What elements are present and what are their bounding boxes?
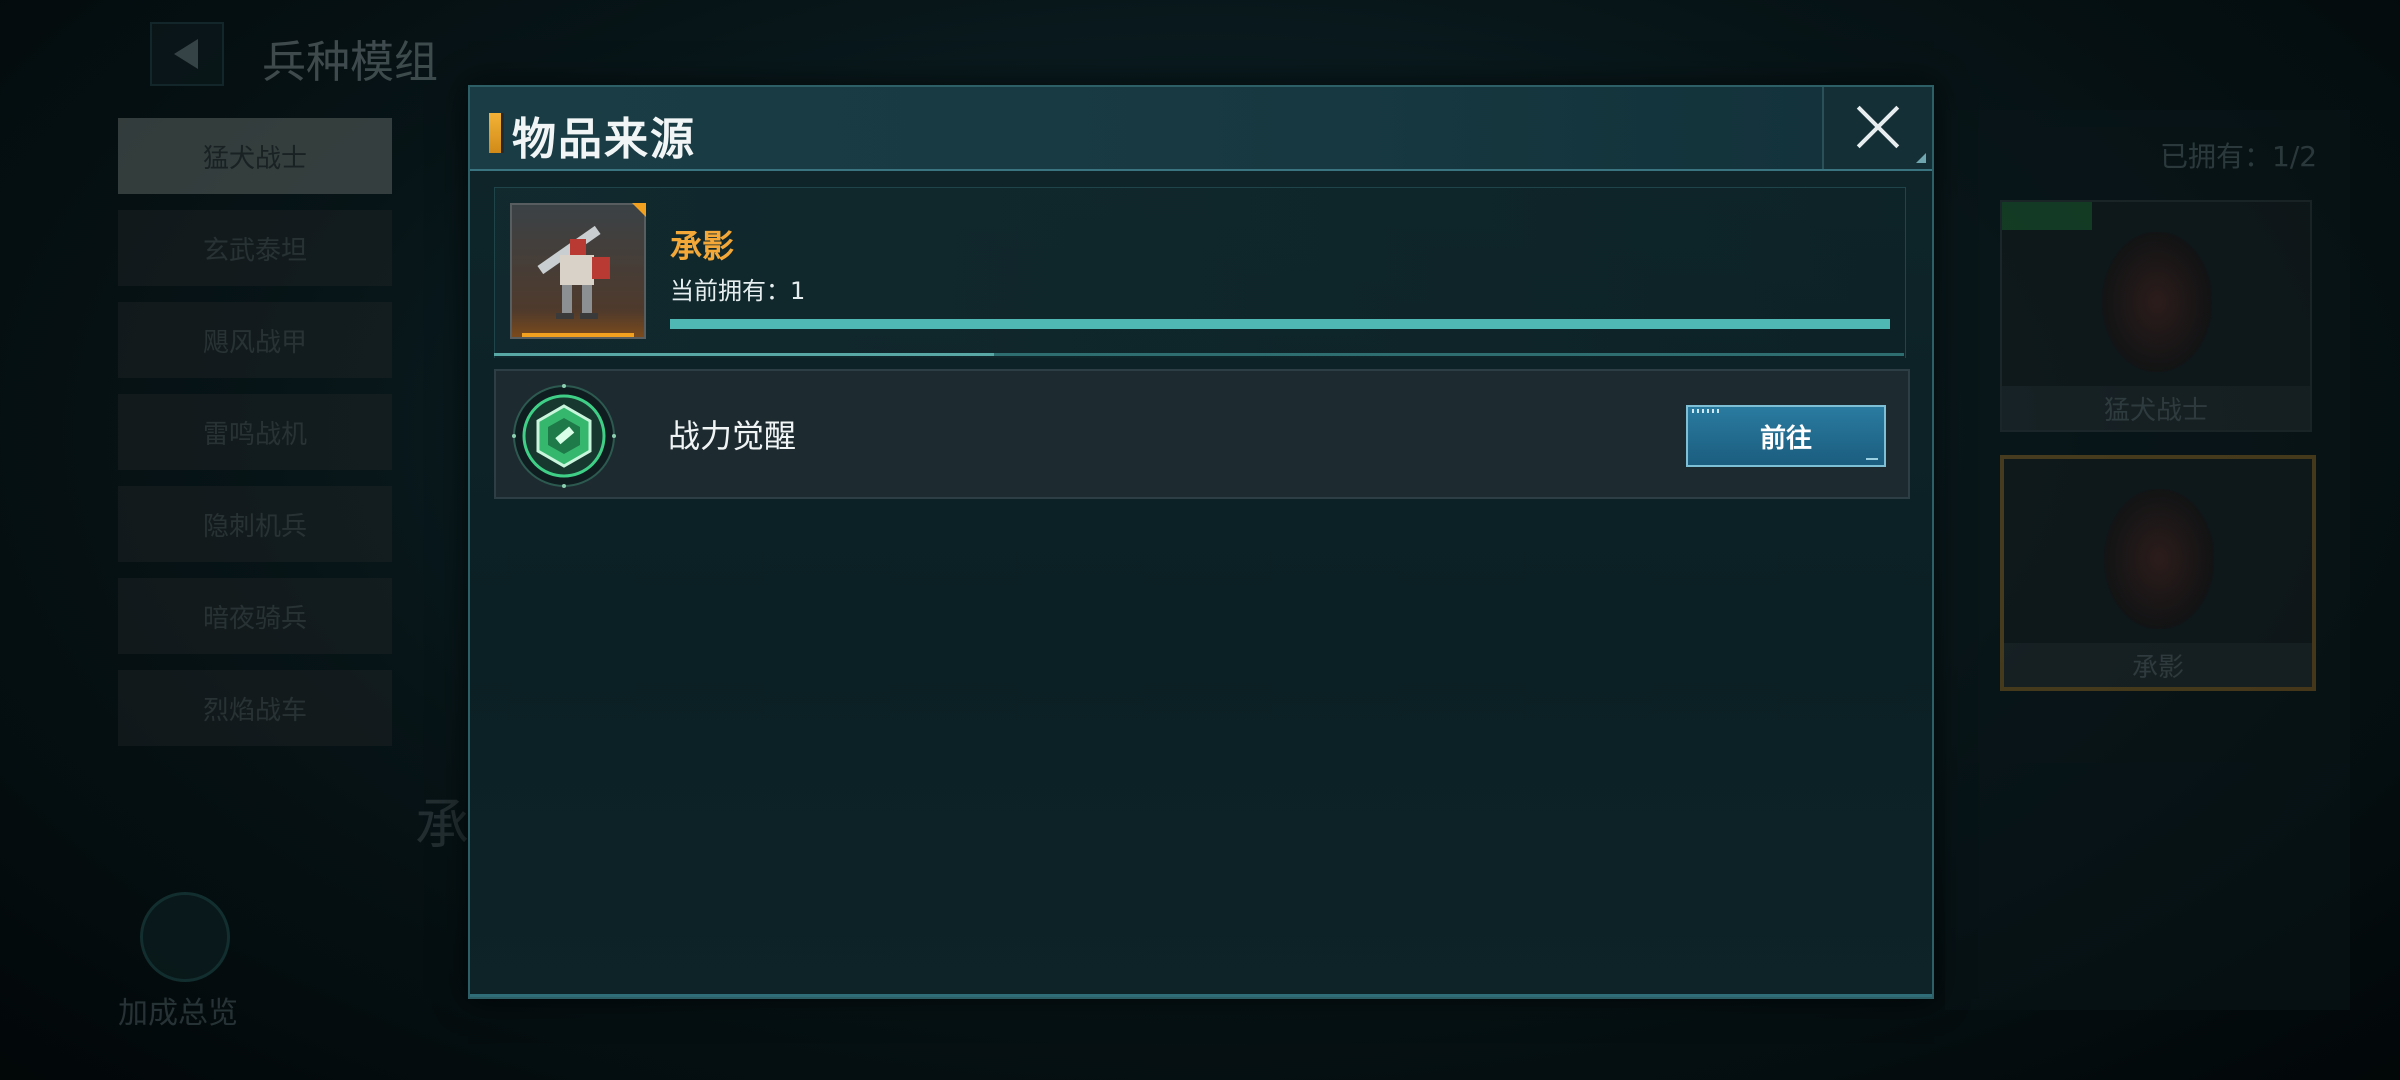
header-accent-bar <box>489 113 504 153</box>
close-button[interactable] <box>1822 87 1932 169</box>
mech-robot-icon <box>537 225 610 319</box>
status-badge <box>2002 202 2092 230</box>
corner-decoration <box>1916 153 1926 163</box>
item-source-dialog: 物品来源 承影 当前拥有：1 战力觉醒 前往 <box>468 85 1934 999</box>
owned-count: 已拥有：1/2 <box>2160 140 2318 173</box>
item-name: 承影 <box>670 227 735 265</box>
bonus-overview-icon[interactable] <box>140 892 230 982</box>
back-arrow-icon <box>174 39 198 69</box>
page-title: 兵种模组 <box>262 37 438 88</box>
dialog-title: 物品来源 <box>512 114 696 165</box>
button-decoration <box>1692 409 1722 413</box>
sidebar: 猛犬战士 玄武泰坦 飓风战甲 雷鸣战机 隐刺机兵 暗夜骑兵 烈焰战车 <box>118 118 392 762</box>
source-label: 战力觉醒 <box>668 417 797 455</box>
rarity-line <box>522 333 634 337</box>
item-progress-bar <box>670 319 1890 329</box>
sidebar-item[interactable]: 玄武泰坦 <box>118 210 392 286</box>
divider-highlight <box>494 353 994 356</box>
unit-card-label: 承影 <box>2004 643 2312 687</box>
awaken-emblem-icon <box>512 384 616 488</box>
rarity-corner <box>632 203 646 217</box>
sidebar-item[interactable]: 猛犬战士 <box>118 118 392 194</box>
go-button-label: 前往 <box>1759 423 1812 454</box>
dialog-header: 物品来源 <box>470 87 1932 171</box>
mech-image <box>2102 232 2212 372</box>
item-thumbnail <box>510 203 646 339</box>
sidebar-item[interactable]: 暗夜骑兵 <box>118 578 392 654</box>
mech-image <box>2104 489 2214 629</box>
unit-card-label: 猛犬战士 <box>2002 386 2310 430</box>
bonus-overview-label: 加成总览 <box>118 996 238 1031</box>
sidebar-item[interactable]: 烈焰战车 <box>118 670 392 746</box>
dialog-bottom-border <box>470 994 1932 997</box>
back-button[interactable] <box>150 22 224 86</box>
sidebar-item[interactable]: 隐刺机兵 <box>118 486 392 562</box>
sidebar-item[interactable]: 雷鸣战机 <box>118 394 392 470</box>
button-decoration <box>1866 458 1878 460</box>
item-owned-count: 当前拥有：1 <box>670 277 806 305</box>
go-button[interactable]: 前往 <box>1686 405 1886 467</box>
sidebar-item[interactable]: 飓风战甲 <box>118 302 392 378</box>
divider <box>494 353 1904 356</box>
source-row: 战力觉醒 前往 <box>494 369 1910 499</box>
unit-card[interactable]: 猛犬战士 <box>2000 200 2312 432</box>
unit-card-selected[interactable]: 承影 <box>2000 455 2316 691</box>
